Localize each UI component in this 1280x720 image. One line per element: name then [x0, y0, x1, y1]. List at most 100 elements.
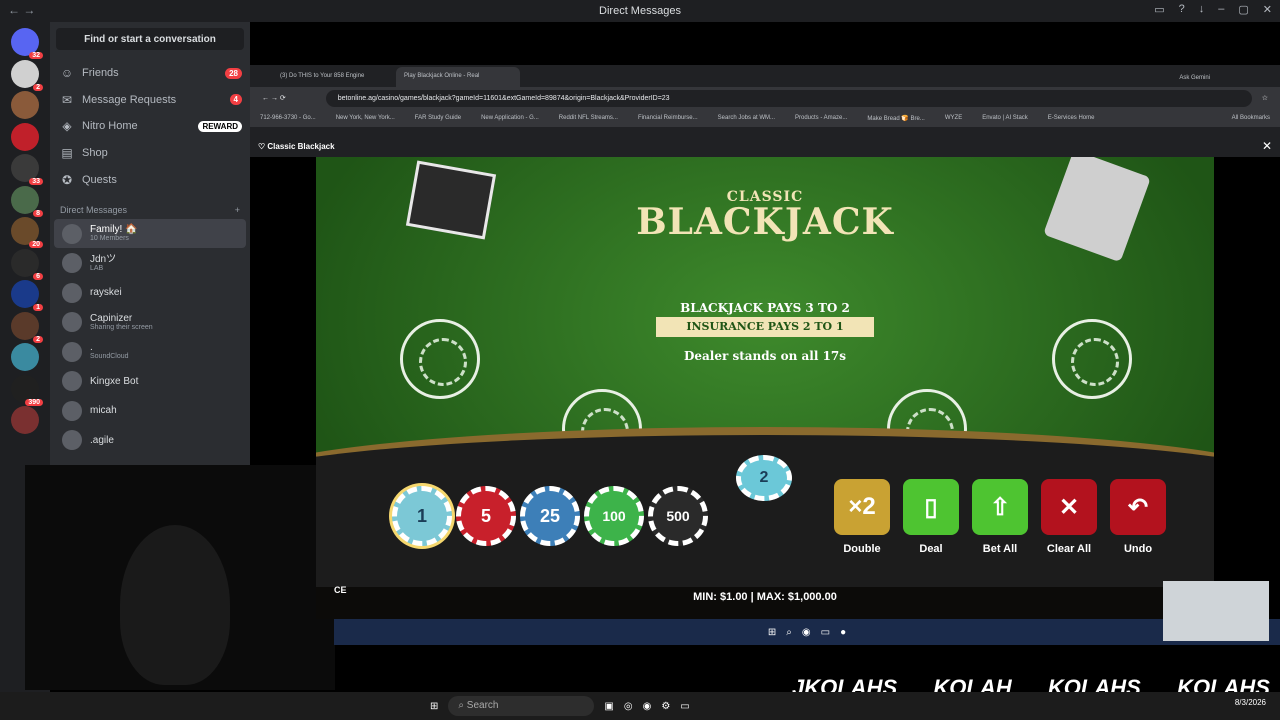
deal-label: Deal [919, 543, 943, 555]
undo-button[interactable]: ↶ [1110, 479, 1166, 535]
discord-taskbar-icon[interactable]: ◎ [624, 701, 633, 712]
avatar [62, 282, 82, 303]
bookmark-item[interactable]: Financial Reimburse... [638, 115, 698, 121]
window-controls[interactable]: ▭? ↓ – ▢ ✕ [1154, 3, 1272, 16]
window-title: Direct Messages [599, 5, 681, 17]
avatar [62, 223, 82, 244]
chip-25[interactable]: 25 [520, 486, 580, 546]
chrome-icon: ◉ [801, 626, 811, 638]
tab-blackjack[interactable]: Play Blackjack Online - Real [396, 67, 520, 87]
server-badge: 2 [33, 83, 43, 91]
nav-quests[interactable]: ✪ Quests [50, 166, 250, 193]
server-icon[interactable]: 32 [11, 28, 43, 59]
inbox-icon[interactable]: ▭ [1154, 3, 1164, 16]
bookmark-item[interactable]: Search Jobs at WM... [718, 115, 775, 121]
server-icon[interactable] [11, 91, 39, 119]
clear-all-button[interactable]: ✕ [1041, 479, 1097, 535]
server-badge: 8 [33, 209, 43, 217]
double-button[interactable]: ×2 [834, 479, 890, 535]
bookmark-item[interactable]: New York, New York... [336, 115, 395, 121]
dm-header: Direct Messages + [60, 204, 240, 215]
taskview-icon[interactable]: ▣ [604, 701, 613, 712]
dm-item[interactable]: Kingxe Bot [54, 366, 246, 396]
back-forward-icon[interactable]: ← → [8, 3, 35, 17]
dm-name: Jdnツ [90, 253, 117, 265]
game-header: ♡ Classic Blackjack ✕ [250, 135, 1280, 157]
minimize-button[interactable]: – [1218, 3, 1224, 16]
download-icon[interactable]: ↓ [1199, 3, 1205, 16]
avatar [62, 253, 82, 274]
dm-item[interactable]: . SoundCloud [54, 337, 246, 367]
bet-all-button[interactable]: ⇧ [972, 479, 1028, 535]
bet-spot-1[interactable] [400, 319, 480, 399]
bookmark-item[interactable]: WYZE [945, 115, 962, 121]
undo-label: Undo [1123, 543, 1153, 555]
chrome-taskbar-icon[interactable]: ◉ [643, 701, 652, 712]
bookmark-item[interactable]: Envato | AI Stack [982, 115, 1028, 121]
explorer-taskbar-icon[interactable]: ▭ [680, 701, 689, 712]
close-button[interactable]: ✕ [1263, 3, 1272, 16]
dm-item[interactable]: Capinizer Sharing their screen [54, 307, 246, 337]
avatar [62, 400, 82, 421]
close-game-icon[interactable]: ✕ [1262, 139, 1272, 153]
server-icon[interactable]: 6 [11, 248, 43, 280]
favorite-heart-icon[interactable]: ♡ [258, 142, 267, 151]
server-icon[interactable]: 2 [11, 311, 43, 343]
streamed-taskbar: ⊞ ⌕ ◉ ▭ ● [334, 619, 1280, 645]
tab-youtube[interactable]: (3) Do THIS to Your 858 Engine [272, 67, 396, 87]
dm-item[interactable]: Family! 🏠 10 Members [54, 218, 246, 249]
avatar [62, 312, 82, 333]
all-bookmarks[interactable]: All Bookmarks [1232, 115, 1270, 121]
streamer-silhouette [120, 525, 230, 685]
bet-spot-5[interactable] [1052, 319, 1132, 399]
chip-100[interactable]: 100 [584, 486, 644, 546]
help-icon[interactable]: ? [1179, 3, 1185, 16]
server-icon[interactable] [11, 406, 39, 434]
add-dm-icon[interactable]: + [235, 205, 240, 215]
start-icon[interactable]: ⊞ [430, 701, 438, 712]
dm-item[interactable]: Jdnツ LAB [54, 248, 246, 278]
bookmark-item[interactable]: 712-966-3730 - Go... [260, 115, 316, 121]
current-bet-chip: 2 [736, 455, 792, 501]
steam-taskbar-icon[interactable]: ⚙ [661, 701, 670, 712]
server-icon[interactable] [11, 343, 39, 371]
url-field[interactable]: betonline.ag/casino/games/blackjack?game… [325, 89, 1252, 107]
find-conversation-button[interactable]: Find or start a conversation [56, 28, 244, 50]
nav-shop[interactable]: ▤ Shop [50, 140, 250, 167]
nav-friends[interactable]: ☺ Friends 28 [50, 60, 250, 87]
server-icon[interactable]: 1 [11, 280, 43, 311]
server-icon[interactable]: 20 [11, 217, 43, 248]
dm-item[interactable]: rayskei [54, 278, 246, 308]
deal-button[interactable]: ▯ [903, 479, 959, 535]
ask-gemini-button[interactable]: Ask Gemini [1179, 75, 1210, 87]
chip-5[interactable]: 5 [456, 486, 516, 546]
bookmark-item[interactable]: New Application - G... [481, 115, 539, 121]
clear-all-label: Clear All [1046, 543, 1092, 555]
nav-nitro-home[interactable]: ◈ Nitro Home REWARD [50, 113, 250, 140]
dm-item[interactable]: .agile [54, 425, 246, 455]
nav-arrows-icon[interactable]: ← → ⟳ [262, 94, 286, 102]
nav-message-requests[interactable]: ✉ Message Requests 4 [50, 87, 250, 114]
server-icon[interactable]: 390 [11, 374, 43, 406]
dm-item[interactable]: micah [54, 396, 246, 426]
bookmark-star-icon[interactable]: ☆ [1262, 94, 1268, 102]
bookmark-item[interactable]: E-Services Home [1048, 115, 1095, 121]
balance-fragment: CE [334, 585, 347, 595]
bookmark-item[interactable]: Make Bread 🍞 Bre... [867, 115, 925, 122]
dm-name: micah [90, 405, 117, 417]
window-titlebar: ← → Direct Messages ▭? ↓ – ▢ ✕ [0, 0, 1280, 22]
bookmark-item[interactable]: FAR Study Guide [415, 115, 461, 121]
server-badge: 2 [33, 335, 43, 343]
server-icon[interactable] [11, 122, 39, 151]
server-icon[interactable]: 33 [11, 154, 43, 185]
bookmark-item[interactable]: Products - Amaze... [795, 115, 847, 121]
chip-1[interactable]: 1 [392, 486, 452, 546]
bookmark-item[interactable]: Reddit NFL Streams... [559, 115, 618, 121]
chip-500[interactable]: 500 [648, 486, 708, 546]
taskbar-search[interactable]: ⌕ Search [448, 696, 595, 716]
server-icon[interactable]: 8 [11, 185, 43, 217]
dm-subtitle: SoundCloud [90, 353, 129, 361]
maximize-button[interactable]: ▢ [1238, 3, 1248, 16]
dm-subtitle: Sharing their screen [90, 323, 153, 331]
server-icon[interactable]: 2 [11, 59, 43, 91]
